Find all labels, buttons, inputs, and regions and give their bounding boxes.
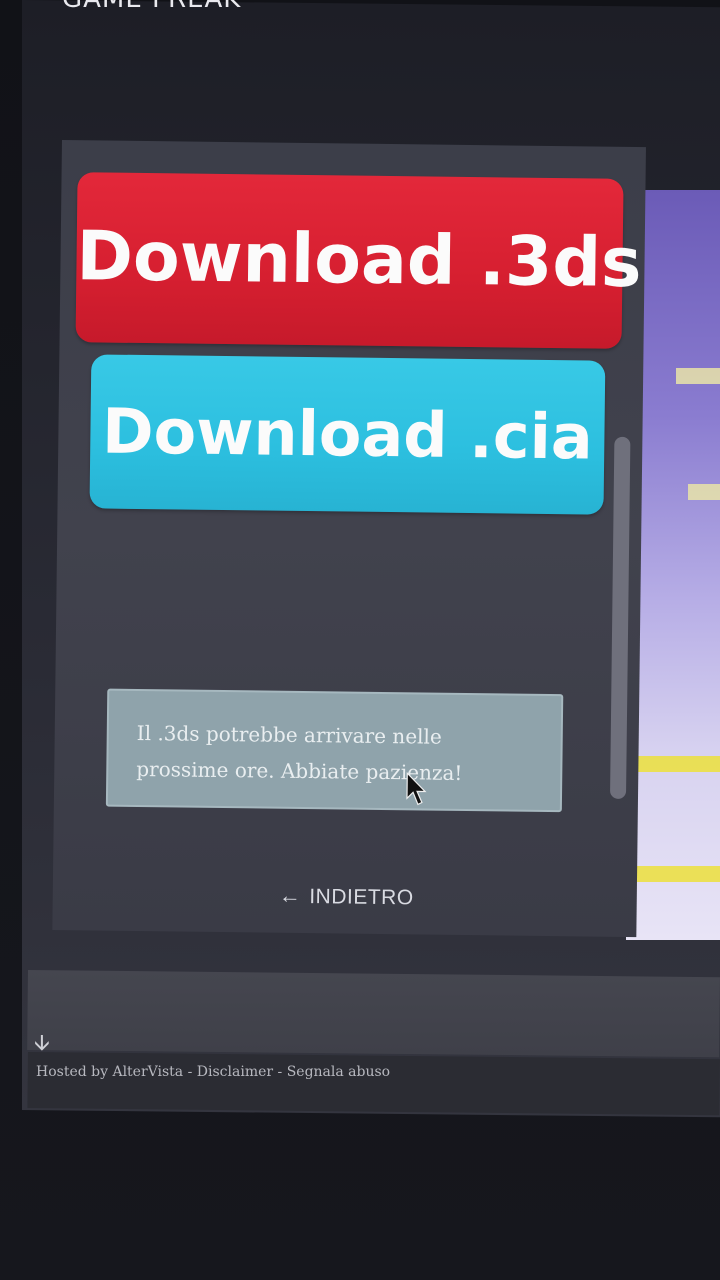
back-label: INDIETRO <box>309 885 414 910</box>
footer-bar <box>27 970 720 1058</box>
footer-strip <box>27 1052 720 1116</box>
download-3ds-button[interactable]: Download .3ds <box>75 172 642 349</box>
brand-title: GAME FREAK <box>62 0 241 14</box>
back-link[interactable]: ← INDIETRO <box>279 883 414 911</box>
download-panel: Download .3ds Download .cia Il .3ds potr… <box>52 140 646 938</box>
info-notice: Il .3ds potrebbe arrivare nelle prossime… <box>105 688 564 813</box>
mouse-cursor-icon <box>406 772 427 806</box>
photo-of-screen: GAME FREAK Download .3ds Download .cia I… <box>0 0 720 1280</box>
download-cia-button[interactable]: Download .cia <box>89 354 606 515</box>
arrow-left-icon: ← <box>278 882 302 908</box>
footer-links[interactable]: Hosted by AlterVista - Disclaimer - Segn… <box>36 1064 390 1080</box>
scrollbar[interactable] <box>609 436 631 799</box>
arrow-down-icon[interactable]: 🡫 <box>34 1026 50 1064</box>
